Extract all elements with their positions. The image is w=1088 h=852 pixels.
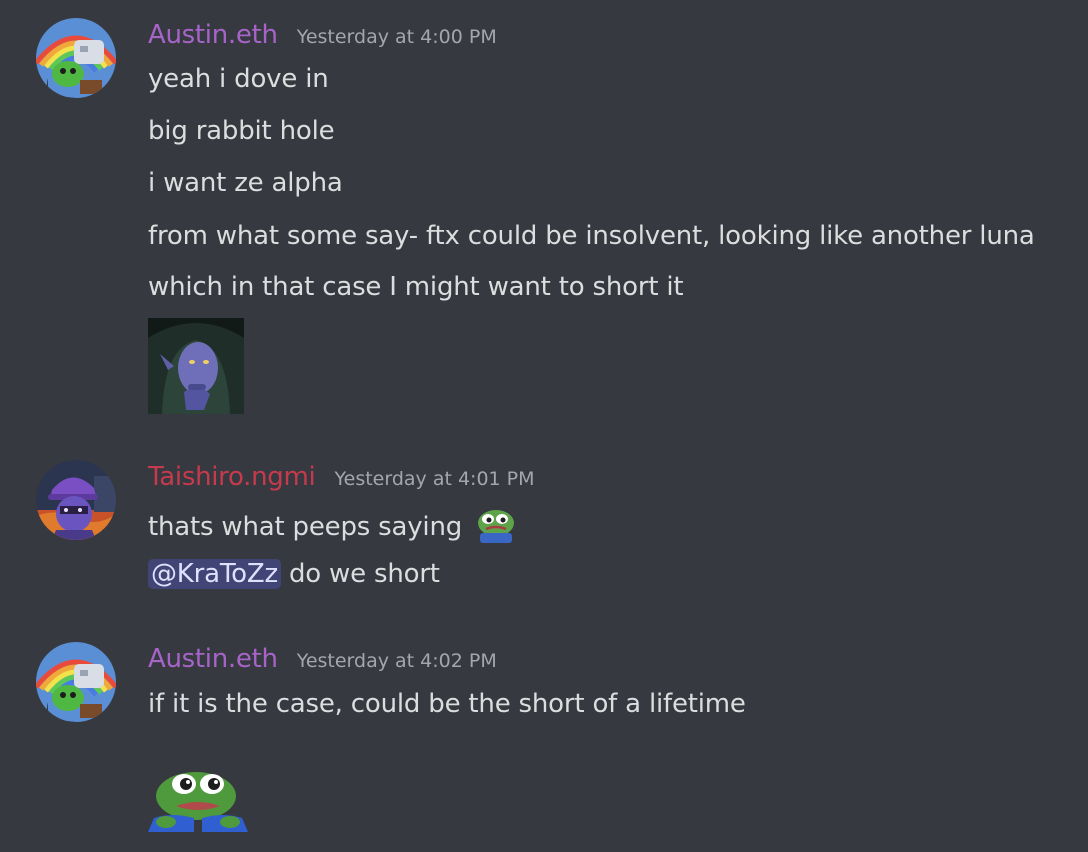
user-avatar[interactable]: [36, 18, 116, 98]
message-text: yeah i dove in: [148, 64, 329, 94]
message-text: from what some say- ftx could be insolve…: [148, 221, 1035, 251]
message-header: Austin.eth Yesterday at 4:02 PM: [148, 644, 497, 674]
goblin-rainbow-avatar-icon: [36, 18, 116, 98]
user-avatar[interactable]: [36, 642, 116, 722]
timestamp[interactable]: Yesterday at 4:02 PM: [297, 650, 497, 672]
message-header: Taishiro.ngmi Yesterday at 4:01 PM: [148, 462, 535, 492]
message-text: if it is the case, could be the short of…: [148, 689, 746, 719]
message-text: thats what peeps saying: [148, 505, 518, 545]
username[interactable]: Austin.eth: [148, 644, 278, 674]
user-avatar[interactable]: [36, 460, 116, 540]
image-attachment[interactable]: [148, 318, 244, 414]
purple-hat-character-avatar-icon: [36, 460, 116, 540]
message-text-content: thats what peeps saying: [148, 512, 463, 542]
timestamp[interactable]: Yesterday at 4:01 PM: [335, 468, 535, 490]
message-text: which in that case I might want to short…: [148, 272, 684, 302]
message-header: Austin.eth Yesterday at 4:00 PM: [148, 20, 497, 50]
user-mention[interactable]: @KraToZz: [148, 559, 281, 589]
chat-message-list: Austin.eth Yesterday at 4:00 PM yeah i d…: [0, 0, 1088, 852]
goblin-rainbow-avatar-icon: [36, 642, 116, 722]
timestamp[interactable]: Yesterday at 4:00 PM: [297, 26, 497, 48]
message-text: big rabbit hole: [148, 116, 335, 146]
username[interactable]: Taishiro.ngmi: [148, 462, 316, 492]
hooded-figure-image-icon: [148, 318, 244, 414]
message-text: @KraToZz do we short: [148, 557, 440, 591]
sticker[interactable]: [148, 768, 248, 832]
message-text-content: do we short: [288, 559, 440, 589]
message-text: i want ze alpha: [148, 168, 343, 198]
pepe-sticker-icon: [148, 772, 248, 832]
pepe-emoji-icon[interactable]: [474, 505, 518, 545]
username[interactable]: Austin.eth: [148, 20, 278, 50]
